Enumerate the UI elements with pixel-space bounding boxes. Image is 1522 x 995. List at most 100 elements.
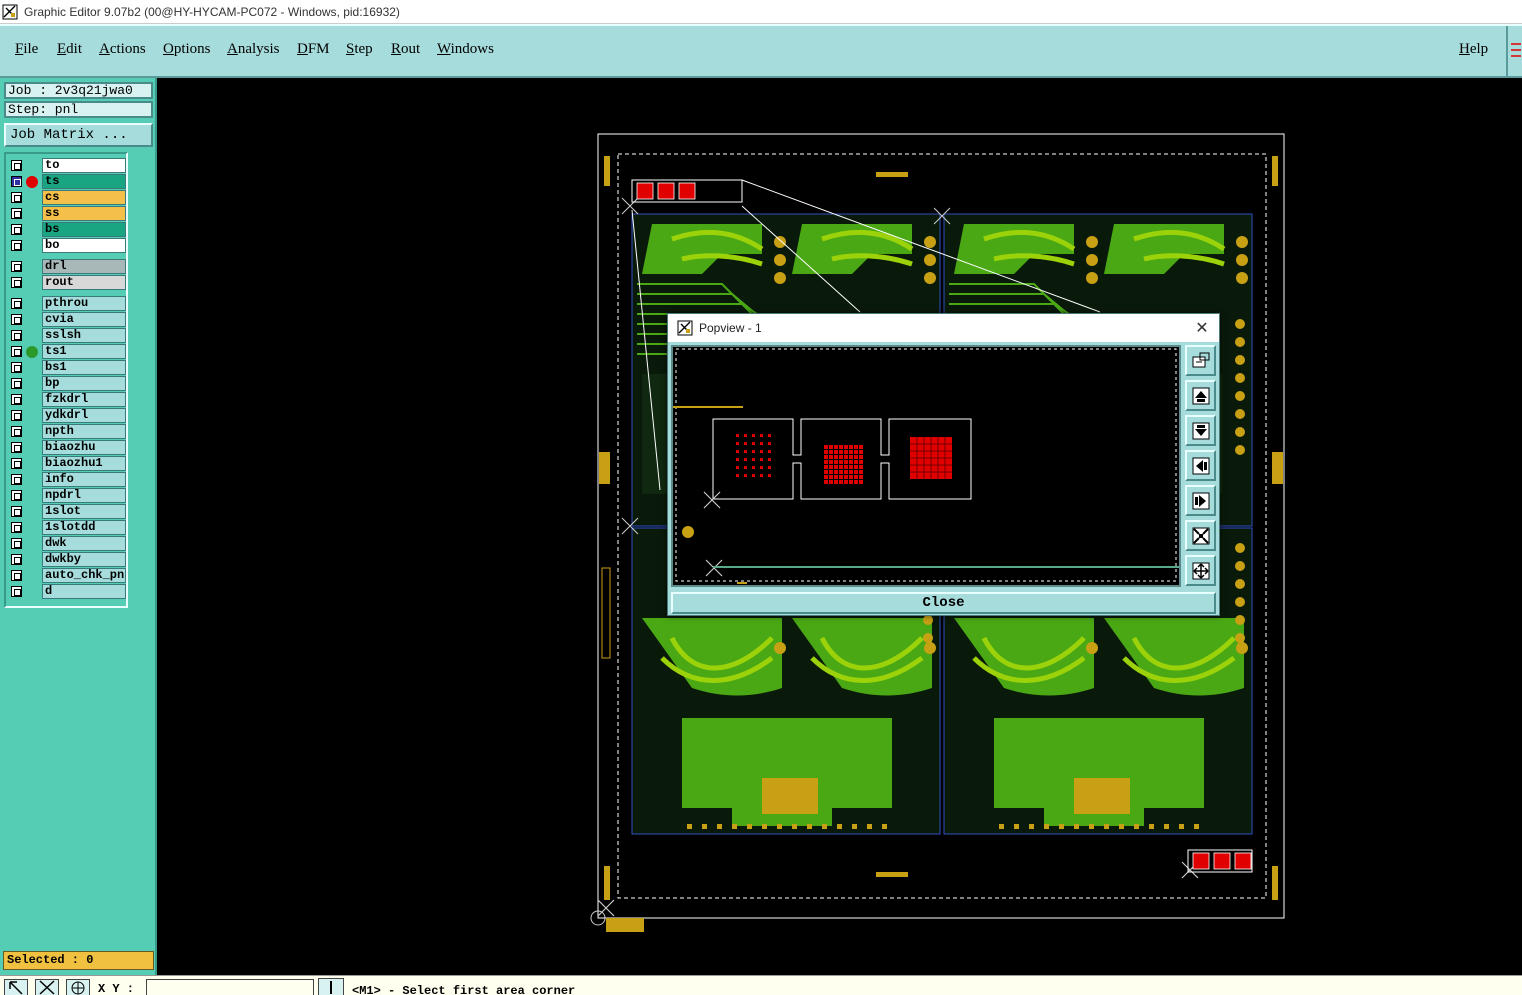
layer-name[interactable]: d [42, 584, 126, 599]
layer-name[interactable]: cvia [42, 312, 126, 327]
layer-row-biaozhu1[interactable]: biaozhu1 [8, 456, 126, 472]
layer-row-drl[interactable]: drl [8, 259, 126, 275]
layer-row-npdrl[interactable]: npdrl [8, 488, 126, 504]
layer-name[interactable]: npdrl [42, 488, 126, 503]
layer-name[interactable]: ss [42, 206, 126, 221]
layer-row-auto_chk_pnl[interactable]: auto_chk_pnl [8, 568, 126, 584]
job-matrix-button[interactable]: Job Matrix ... [4, 123, 153, 147]
layer-name[interactable]: sslsh [42, 328, 126, 343]
layer-name[interactable]: cs [42, 190, 126, 205]
popview-canvas[interactable] [671, 345, 1181, 587]
layer-row-dwk[interactable]: dwk [8, 536, 126, 552]
popview-close-button[interactable]: Close [671, 592, 1216, 614]
layer-checkbox[interactable] [11, 474, 22, 485]
cross-tool-button[interactable] [35, 979, 59, 995]
layer-checkbox[interactable] [11, 586, 22, 597]
layer-name[interactable]: info [42, 472, 126, 487]
select-tool-button[interactable] [4, 979, 28, 995]
layer-name[interactable]: ts1 [42, 344, 126, 359]
layer-checkbox[interactable] [11, 224, 22, 235]
layer-checkbox[interactable] [11, 506, 22, 517]
menu-actions[interactable]: Actions [99, 41, 146, 58]
layer-checkbox[interactable] [11, 410, 22, 421]
layer-row-bs1[interactable]: bs1 [8, 360, 126, 376]
close-icon[interactable]: ✕ [1193, 319, 1211, 337]
menu-options[interactable]: Options [163, 41, 211, 58]
layer-name[interactable]: dwkby [42, 552, 126, 567]
layer-name[interactable]: bs [42, 222, 126, 237]
layer-row-ss[interactable]: ss [8, 206, 126, 222]
menu-analysis[interactable]: Analysis [227, 41, 280, 58]
layer-row-ts1[interactable]: ts1 [8, 344, 126, 360]
layer-checkbox[interactable] [11, 277, 22, 288]
layer-checkbox[interactable] [11, 570, 22, 581]
layer-row-ydkdrl[interactable]: ydkdrl [8, 408, 126, 424]
layer-checkbox[interactable] [11, 330, 22, 341]
layer-name[interactable]: drl [42, 259, 126, 274]
layer-checkbox[interactable] [11, 208, 22, 219]
layer-checkbox[interactable] [11, 490, 22, 501]
layer-row-cs[interactable]: cs [8, 190, 126, 206]
layer-checkbox[interactable] [11, 240, 22, 251]
layer-checkbox[interactable] [11, 378, 22, 389]
layer-row-rout[interactable]: rout [8, 275, 126, 291]
menu-rout[interactable]: Rout [391, 41, 420, 58]
layer-checkbox[interactable] [11, 394, 22, 405]
menu-edge-handle[interactable] [1506, 26, 1522, 76]
cursor-mode-button[interactable] [318, 978, 344, 995]
layer-checkbox[interactable] [11, 192, 22, 203]
menu-step[interactable]: Step [346, 41, 373, 58]
layer-name[interactable]: npth [42, 424, 126, 439]
layer-name[interactable]: ydkdrl [42, 408, 126, 423]
menu-edit[interactable]: Edit [57, 41, 82, 58]
layer-row-to[interactable]: to [8, 158, 126, 174]
pan-right-button[interactable] [1185, 485, 1216, 516]
zoom-out-button[interactable] [1185, 555, 1216, 586]
layer-name[interactable]: to [42, 158, 126, 173]
menu-windows[interactable]: Windows [437, 41, 494, 58]
layer-row-biaozhu[interactable]: biaozhu [8, 440, 126, 456]
layer-name[interactable]: rout [42, 275, 126, 290]
layer-checkbox[interactable] [11, 298, 22, 309]
layer-row-d[interactable]: d [8, 584, 126, 600]
layer-row-fzkdrl[interactable]: fzkdrl [8, 392, 126, 408]
layer-row-bp[interactable]: bp [8, 376, 126, 392]
menu-help[interactable]: Help [1459, 41, 1488, 58]
layer-checkbox[interactable] [11, 346, 22, 357]
layer-row-cvia[interactable]: cvia [8, 312, 126, 328]
pan-left-button[interactable] [1185, 450, 1216, 481]
layer-name[interactable]: dwk [42, 536, 126, 551]
layer-checkbox[interactable] [11, 314, 22, 325]
layer-name[interactable]: 1slotdd [42, 520, 126, 535]
layer-checkbox[interactable] [11, 458, 22, 469]
popview-titlebar[interactable]: Popview - 1 ✕ [668, 314, 1219, 342]
layer-name[interactable]: biaozhu [42, 440, 126, 455]
layer-row-1slot[interactable]: 1slot [8, 504, 126, 520]
layer-checkbox[interactable] [11, 160, 22, 171]
layer-row-npth[interactable]: npth [8, 424, 126, 440]
layer-name[interactable]: auto_chk_pnl [42, 568, 126, 583]
layer-row-info[interactable]: info [8, 472, 126, 488]
layer-name[interactable]: bs1 [42, 360, 126, 375]
grid-tool-button[interactable] [66, 979, 90, 995]
layer-row-bo[interactable]: bo [8, 238, 126, 254]
layer-row-bs[interactable]: bs [8, 222, 126, 238]
layer-checkbox[interactable] [11, 261, 22, 272]
layer-checkbox[interactable] [11, 176, 22, 187]
layer-name[interactable]: fzkdrl [42, 392, 126, 407]
pan-down-button[interactable] [1185, 415, 1216, 446]
layer-checkbox[interactable] [11, 538, 22, 549]
layer-name[interactable]: bp [42, 376, 126, 391]
zoom-fit-button[interactable] [1185, 520, 1216, 551]
layer-row-sslsh[interactable]: sslsh [8, 328, 126, 344]
layer-name[interactable]: biaozhu1 [42, 456, 126, 471]
layer-name[interactable]: pthrou [42, 296, 126, 311]
layer-name[interactable]: bo [42, 238, 126, 253]
pan-up-button[interactable] [1185, 380, 1216, 411]
menu-file[interactable]: File [15, 41, 38, 58]
layer-row-ts[interactable]: ts [8, 174, 126, 190]
layer-checkbox[interactable] [11, 426, 22, 437]
zoom-window-button[interactable] [1185, 345, 1216, 376]
layer-row-dwkby[interactable]: dwkby [8, 552, 126, 568]
layer-checkbox[interactable] [11, 362, 22, 373]
